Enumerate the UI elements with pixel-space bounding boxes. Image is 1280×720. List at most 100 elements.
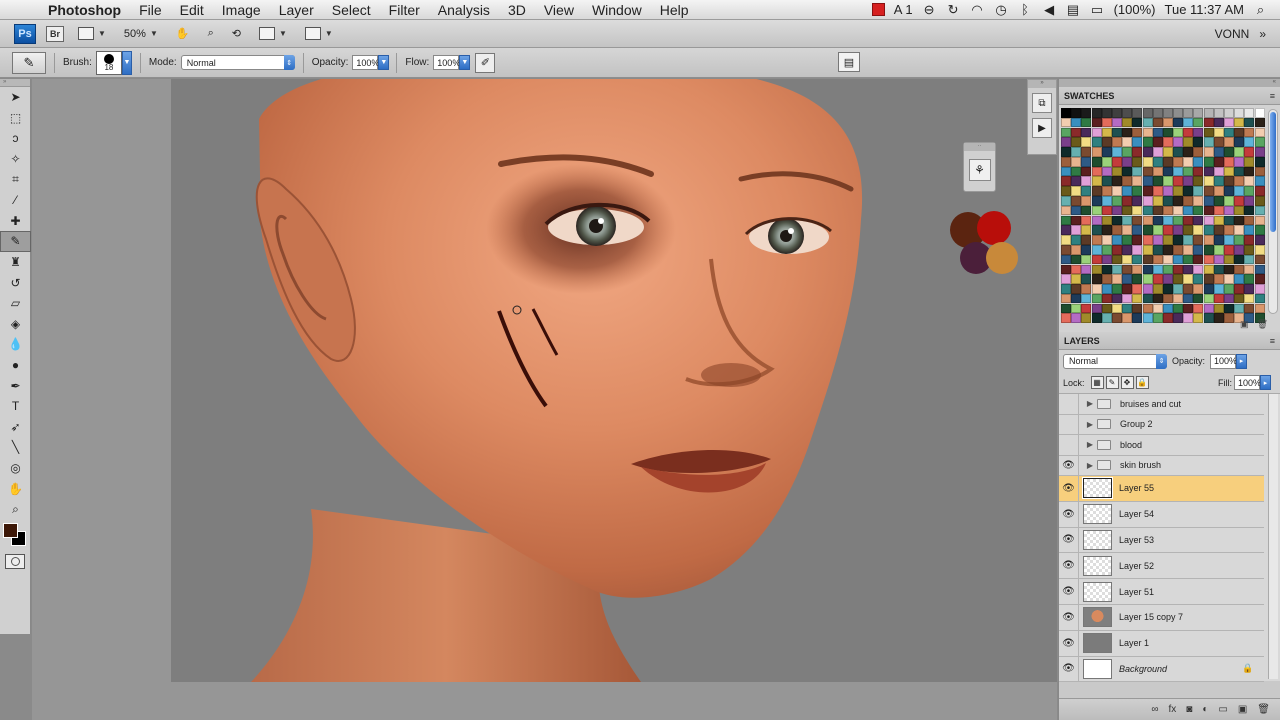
hand-tool-button[interactable]: ✋ — [172, 25, 194, 43]
swatch[interactable] — [1193, 166, 1204, 177]
swatch[interactable] — [1091, 205, 1102, 216]
swatch[interactable] — [1254, 205, 1265, 216]
chevron-down-icon[interactable]: ▼ — [378, 55, 390, 70]
swatch[interactable] — [1203, 244, 1214, 255]
swatch[interactable] — [1152, 274, 1163, 284]
swatch[interactable] — [1132, 186, 1143, 196]
swatch[interactable] — [1061, 186, 1071, 196]
swatch[interactable] — [1183, 313, 1194, 323]
swatch[interactable] — [1152, 186, 1163, 196]
document-canvas[interactable] — [171, 79, 1057, 682]
swatch[interactable] — [1061, 264, 1071, 275]
dock-grip[interactable]: » — [1028, 80, 1056, 88]
swatch[interactable] — [1162, 147, 1173, 157]
swatch[interactable] — [1101, 205, 1112, 216]
zoom-tool-icon[interactable]: ⌕ — [0, 499, 31, 520]
swatch[interactable] — [1173, 127, 1184, 138]
swatch[interactable] — [1132, 313, 1143, 323]
lasso-tool-icon[interactable]: ↄ — [0, 128, 31, 149]
eye-icon[interactable]: 👁 — [1059, 455, 1079, 475]
swatch[interactable] — [1224, 186, 1234, 196]
swatch[interactable] — [1193, 137, 1204, 147]
swatch[interactable] — [1193, 205, 1204, 216]
swatch[interactable] — [1142, 117, 1153, 128]
swatch[interactable] — [1132, 176, 1143, 187]
disclosure-triangle-icon[interactable]: ▶ — [1083, 461, 1097, 470]
swatch[interactable] — [1152, 108, 1163, 118]
swatch[interactable] — [1061, 303, 1071, 314]
healing-brush-tool-icon[interactable]: ✚ — [0, 211, 31, 232]
swatch[interactable] — [1142, 166, 1153, 177]
swatch[interactable] — [1234, 176, 1245, 187]
swatch[interactable] — [1152, 127, 1163, 138]
swatch[interactable] — [1081, 186, 1092, 196]
swatch[interactable] — [1111, 225, 1122, 235]
swatch[interactable] — [1152, 284, 1163, 294]
swatch[interactable] — [1101, 117, 1112, 128]
swatch[interactable] — [1193, 156, 1204, 167]
tool-presets-button[interactable]: ⚘ — [968, 159, 991, 181]
swatch[interactable] — [1244, 293, 1255, 304]
swatch[interactable] — [1173, 196, 1184, 206]
swatch[interactable] — [1224, 196, 1234, 206]
swatch[interactable] — [1152, 215, 1163, 226]
swatch[interactable] — [1132, 293, 1143, 304]
swatch[interactable] — [1101, 156, 1112, 167]
swatch[interactable] — [1081, 117, 1092, 128]
trash-icon[interactable]: 🗑 — [1257, 704, 1270, 715]
swatch[interactable] — [1111, 274, 1122, 284]
swatch[interactable] — [1162, 166, 1173, 177]
swatch[interactable] — [1122, 284, 1133, 294]
swatch[interactable] — [1213, 117, 1224, 128]
lock-position-icon[interactable]: ✥ — [1120, 376, 1134, 389]
disclosure-triangle-icon[interactable]: ▶ — [1083, 420, 1097, 429]
swatch[interactable] — [1091, 108, 1102, 118]
swatch[interactable] — [1132, 274, 1143, 284]
swatch[interactable] — [1203, 127, 1214, 138]
swatch[interactable] — [1101, 293, 1112, 304]
floating-panel-grip[interactable]: ∙∙ — [964, 143, 995, 151]
fill-input[interactable]: 100% ▸ — [1234, 375, 1271, 390]
layer-style-icon[interactable]: fx — [1169, 704, 1177, 715]
swatch[interactable] — [1213, 176, 1224, 187]
swatch[interactable] — [1234, 264, 1245, 275]
swatch[interactable] — [1132, 156, 1143, 167]
swatch[interactable] — [1081, 156, 1092, 167]
swatch[interactable] — [1152, 156, 1163, 167]
swatch[interactable] — [1193, 244, 1204, 255]
swatch[interactable] — [1213, 293, 1224, 304]
crop-tool-icon[interactable]: ⌗ — [0, 169, 31, 190]
swatch[interactable] — [1183, 186, 1194, 196]
swatch[interactable] — [1203, 313, 1214, 323]
swatch[interactable] — [1111, 264, 1122, 275]
swatch[interactable] — [1224, 225, 1234, 235]
eye-icon[interactable]: 👁 — [1059, 579, 1079, 604]
swatch[interactable] — [1061, 244, 1071, 255]
swatch[interactable] — [1142, 205, 1153, 216]
swatch[interactable] — [1183, 274, 1194, 284]
swatch[interactable] — [1071, 137, 1082, 147]
swatch[interactable] — [1081, 127, 1092, 138]
clock[interactable]: Tue 11:37 AM — [1165, 2, 1245, 17]
swatch[interactable] — [1203, 156, 1214, 167]
swatch[interactable] — [1132, 127, 1143, 138]
swatch[interactable] — [1091, 303, 1102, 314]
swatch[interactable] — [1193, 225, 1204, 235]
swatch[interactable] — [1244, 215, 1255, 226]
swatch[interactable] — [1071, 225, 1082, 235]
swatch[interactable] — [1152, 244, 1163, 255]
swatch[interactable] — [1091, 196, 1102, 206]
swatch[interactable] — [1132, 205, 1143, 216]
layer-row[interactable]: 👁 Layer 1 — [1059, 630, 1264, 657]
swatch[interactable] — [1244, 205, 1255, 216]
swatch[interactable] — [1254, 244, 1265, 255]
swatch[interactable] — [1152, 176, 1163, 187]
swatch[interactable] — [1213, 215, 1224, 226]
swatch[interactable] — [1203, 196, 1214, 206]
swatch[interactable] — [1254, 225, 1265, 235]
swatch[interactable] — [1213, 205, 1224, 216]
swatch[interactable] — [1071, 205, 1082, 216]
battery-icon[interactable]: ▭ — [1090, 2, 1105, 17]
swatch[interactable] — [1213, 156, 1224, 167]
swatch[interactable] — [1183, 108, 1194, 118]
